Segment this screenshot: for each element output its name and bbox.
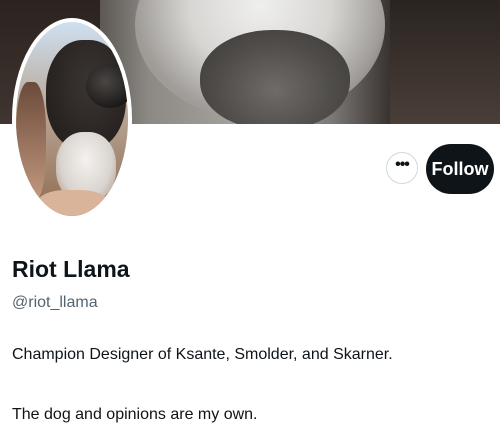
more-horizontal-icon: ••• xyxy=(395,156,410,173)
follow-button[interactable]: Follow xyxy=(426,144,494,194)
avatar[interactable] xyxy=(12,18,132,220)
follow-button-label: Follow xyxy=(431,158,489,179)
more-options-button[interactable]: ••• xyxy=(386,152,418,184)
profile-display-name: Riot Llama xyxy=(12,256,130,282)
profile-handle: @riot_llama xyxy=(12,294,98,311)
profile-bio-line: The dog and opinions are my own. xyxy=(12,406,258,423)
banner-background-right xyxy=(390,0,500,124)
avatar-dog-nose xyxy=(86,64,128,108)
avatar-person-arm xyxy=(16,82,46,202)
avatar-person-hand xyxy=(38,190,108,216)
banner-dog-nose xyxy=(200,30,350,124)
profile-bio-line: Champion Designer of Ksante, Smolder, an… xyxy=(12,346,393,363)
